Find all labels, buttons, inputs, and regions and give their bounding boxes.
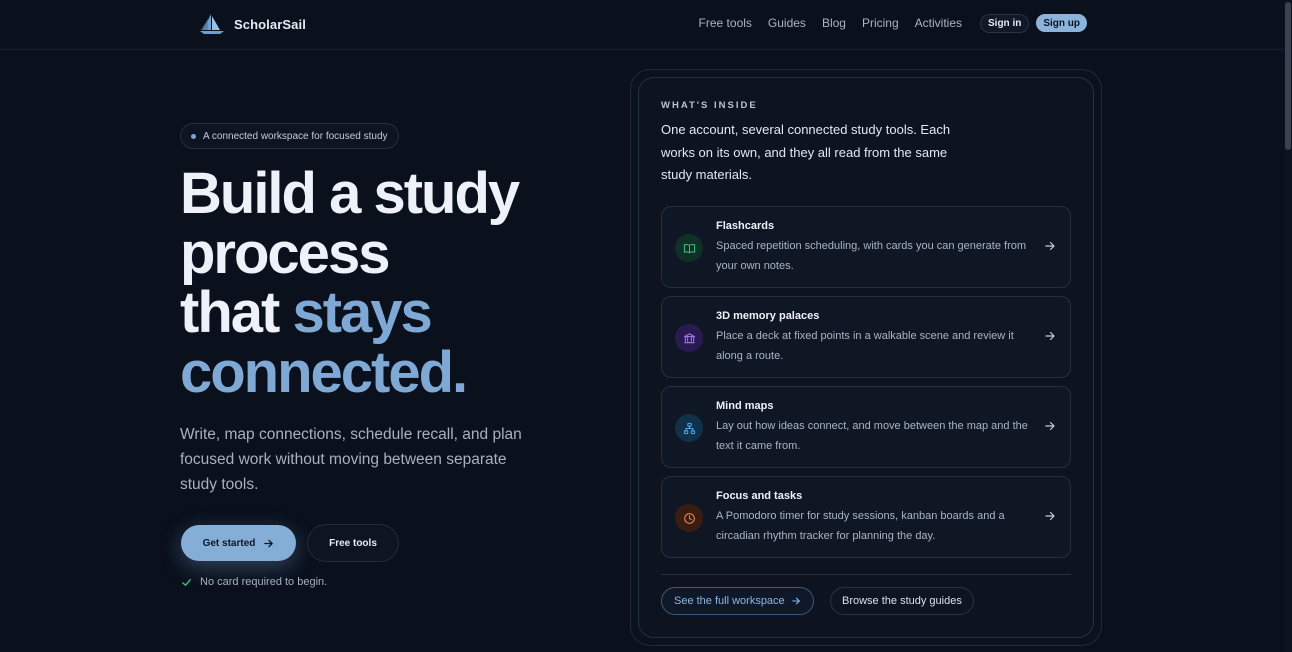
page: ScholarSail Free tools Guides Blog Prici… bbox=[0, 0, 1292, 652]
tool-description: Place a deck at fixed points in a walkab… bbox=[716, 330, 1014, 362]
nav-activities[interactable]: Activities bbox=[915, 16, 962, 30]
inside-intro: One account, several connected study too… bbox=[661, 122, 951, 182]
headline-line-2: process bbox=[180, 220, 390, 286]
tagline-text: A connected workspace for focused study bbox=[203, 130, 388, 142]
arrow-right-icon bbox=[1045, 421, 1055, 431]
scrollbar-thumb[interactable] bbox=[1285, 2, 1291, 150]
nav-guides[interactable]: Guides bbox=[768, 16, 806, 30]
tool-title: Flashcards bbox=[716, 220, 775, 232]
clock-icon bbox=[675, 504, 703, 532]
main-nav: Free tools Guides Blog Pricing Activitie… bbox=[699, 16, 962, 30]
arrow-right-icon bbox=[1045, 331, 1055, 341]
sign-in-button[interactable]: Sign in bbox=[980, 14, 1030, 33]
sign-up-button[interactable]: Sign up bbox=[1036, 14, 1088, 32]
scrollbar-track[interactable] bbox=[1284, 0, 1292, 652]
nav-blog[interactable]: Blog bbox=[822, 16, 846, 30]
tool-description: A Pomodoro timer for study sessions, kan… bbox=[716, 510, 1005, 542]
brand[interactable]: ScholarSail bbox=[199, 12, 306, 36]
no-card-text: No card required to begin. bbox=[200, 576, 328, 588]
nav-pricing[interactable]: Pricing bbox=[862, 16, 899, 30]
get-started-button[interactable]: Get started bbox=[181, 525, 296, 561]
see-workspace-label: See the full workspace bbox=[674, 595, 785, 607]
tagline-pill: A connected workspace for focused study bbox=[180, 123, 399, 149]
browse-guides-button[interactable]: Browse the study guides bbox=[830, 587, 974, 615]
no-card-note: No card required to begin. bbox=[181, 576, 327, 588]
pill-dot-icon bbox=[191, 133, 196, 139]
tool-card-mind-maps[interactable]: Mind maps Lay out how ideas connect, and… bbox=[661, 386, 1071, 468]
inside-eyebrow: WHAT'S INSIDE bbox=[661, 100, 758, 111]
hierarchy-icon bbox=[675, 414, 703, 442]
landmark-icon bbox=[675, 324, 703, 352]
auth-buttons: Sign in Sign up bbox=[980, 14, 1088, 33]
arrow-right-icon bbox=[1045, 511, 1055, 521]
get-started-label: Get started bbox=[202, 537, 256, 549]
tool-card-memory-palaces[interactable]: 3D memory palaces Place a deck at fixed … bbox=[661, 296, 1071, 378]
tool-card-focus-tasks[interactable]: Focus and tasks A Pomodoro timer for stu… bbox=[661, 476, 1071, 558]
arrow-right-icon bbox=[1045, 241, 1055, 251]
headline-line-3: that bbox=[180, 280, 293, 345]
tool-card-flashcards[interactable]: Flashcards Spaced repetition scheduling,… bbox=[661, 206, 1071, 288]
free-tools-button[interactable]: Free tools bbox=[307, 524, 399, 562]
brand-name: ScholarSail bbox=[234, 16, 306, 32]
tool-description: Spaced repetition scheduling, with cards… bbox=[716, 240, 1027, 272]
tool-title: Mind maps bbox=[716, 400, 774, 412]
site-header: ScholarSail Free tools Guides Blog Prici… bbox=[0, 0, 1284, 50]
nav-free-tools[interactable]: Free tools bbox=[699, 16, 752, 30]
card-divider bbox=[661, 574, 1071, 575]
arrow-right-icon bbox=[264, 539, 274, 547]
headline-accent-2: connected. bbox=[180, 339, 468, 405]
sailboat-icon bbox=[200, 14, 224, 34]
headline-accent-1: stays bbox=[292, 280, 432, 345]
check-icon bbox=[182, 578, 191, 586]
arrow-right-icon bbox=[791, 597, 800, 605]
book-open-icon bbox=[675, 234, 703, 262]
hero-headline: Build a study process that stays connect… bbox=[180, 164, 600, 402]
see-workspace-button[interactable]: See the full workspace bbox=[661, 587, 814, 615]
hero-subtext: Write, map connections, schedule recall,… bbox=[180, 426, 522, 493]
tool-title: Focus and tasks bbox=[716, 490, 803, 502]
headline-line-1: Build a study bbox=[180, 161, 520, 226]
tool-description: Lay out how ideas connect, and move betw… bbox=[716, 420, 1028, 452]
tool-title: 3D memory palaces bbox=[716, 310, 820, 322]
